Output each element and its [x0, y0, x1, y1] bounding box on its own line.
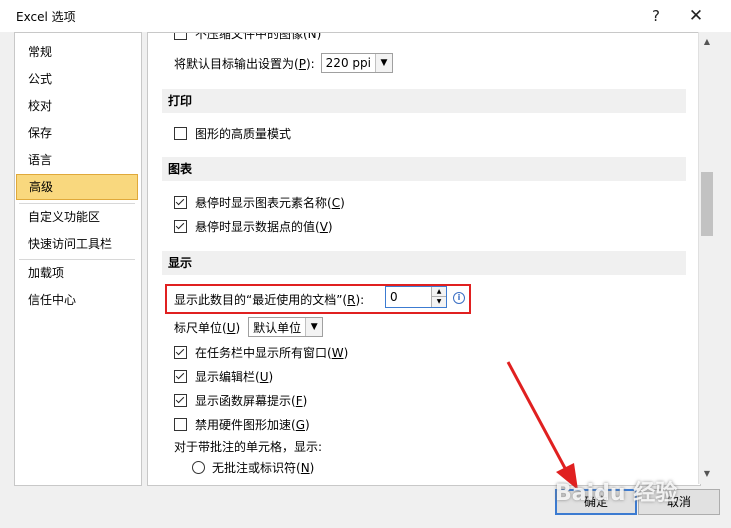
- checkbox[interactable]: [174, 33, 187, 40]
- option-label: 图形的高质量模式: [195, 126, 292, 141]
- recent-docs-label: 显示此数目的“最近使用的文档”(R):: [174, 292, 365, 307]
- sidebar-item-language[interactable]: 语言: [16, 147, 138, 173]
- option-label: 在任务栏中显示所有窗口(W): [195, 345, 349, 360]
- ruler-units-dropdown[interactable]: 默认单位 ▼: [248, 317, 324, 337]
- ruler-units-label: 标尺单位(U): [174, 320, 241, 335]
- close-button[interactable]: ✕: [678, 4, 714, 28]
- print-section-header: 打印: [162, 89, 686, 113]
- ruler-units-row: 标尺单位(U) 默认单位 ▼: [174, 317, 324, 337]
- ppi-dropdown[interactable]: 220 ppi ▼: [320, 53, 393, 73]
- recent-docs-spinner[interactable]: 0 ▲ ▼: [385, 286, 447, 308]
- comments-display-label: 对于带批注的单元格，显示:: [174, 439, 323, 454]
- disable-hw-acceleration-option[interactable]: 禁用硬件图形加速(G): [174, 414, 310, 434]
- scroll-up-icon[interactable]: ▲: [699, 34, 715, 50]
- scroll-thumb[interactable]: [701, 172, 713, 236]
- sidebar-item-save[interactable]: 保存: [16, 120, 138, 146]
- chevron-down-icon[interactable]: ▼: [374, 54, 392, 72]
- radio-button[interactable]: [192, 460, 205, 474]
- option-label: 显示函数屏幕提示(F): [195, 393, 308, 408]
- option-label: 显示编辑栏(U): [195, 369, 274, 384]
- scroll-down-icon[interactable]: ▼: [699, 466, 715, 482]
- sidebar-item-proofing[interactable]: 校对: [16, 93, 138, 119]
- recent-docs-count[interactable]: 0: [390, 290, 398, 304]
- info-icon[interactable]: i: [453, 292, 465, 304]
- sidebar-item-formulas[interactable]: 公式: [16, 66, 138, 92]
- ppi-value: 220 ppi: [325, 56, 371, 70]
- vertical-scrollbar[interactable]: ▲ ▼: [698, 32, 714, 484]
- compress-images-option[interactable]: 不压缩文件中的图像(N): [174, 32, 322, 43]
- spinner-buttons: ▲ ▼: [431, 287, 446, 307]
- show-all-windows-option[interactable]: 在任务栏中显示所有窗口(W): [174, 342, 348, 362]
- options-content: 不压缩文件中的图像(N) 将默认目标输出设置为(P): 220 ppi ▼ 打印…: [147, 32, 701, 486]
- option-label: 禁用硬件图形加速(G): [195, 417, 310, 432]
- show-function-screentips-option[interactable]: 显示函数屏幕提示(F): [174, 390, 307, 410]
- sidebar-item-add-ins[interactable]: 加载项: [16, 260, 138, 286]
- spin-down-icon[interactable]: ▼: [432, 297, 446, 307]
- ruler-units-value: 默认单位: [253, 320, 302, 335]
- sidebar-item-general[interactable]: 常规: [16, 39, 138, 65]
- window-title: Excel 选项: [16, 10, 76, 24]
- checkbox-checked[interactable]: [174, 195, 187, 209]
- checkbox[interactable]: [174, 126, 187, 140]
- show-formula-bar-option[interactable]: 显示编辑栏(U): [174, 366, 273, 386]
- high-quality-graphics-option[interactable]: 图形的高质量模式: [174, 123, 291, 143]
- sidebar-item-quick-access-toolbar[interactable]: 快速访问工具栏: [16, 231, 138, 257]
- option-label: 悬停时显示数据点的值(V): [195, 219, 333, 234]
- show-chart-element-names-option[interactable]: 悬停时显示图表元素名称(C): [174, 192, 345, 212]
- sidebar-item-trust-center[interactable]: 信任中心: [16, 287, 138, 313]
- checkbox[interactable]: [174, 417, 187, 431]
- checkbox-checked[interactable]: [174, 393, 187, 407]
- spin-up-icon[interactable]: ▲: [432, 287, 446, 297]
- title-bar: Excel 选项 ? ✕: [0, 0, 731, 32]
- default-target-row: 将默认目标输出设置为(P): 220 ppi ▼: [174, 53, 393, 73]
- baidu-watermark: Baidu 经验: [555, 481, 678, 506]
- help-button[interactable]: ?: [638, 4, 674, 28]
- options-sidebar: 常规 公式 校对 保存 语言 高级 自定义功能区 快速访问工具栏 加载项 信任中…: [14, 32, 142, 486]
- checkbox-checked[interactable]: [174, 219, 187, 233]
- checkbox-checked[interactable]: [174, 369, 187, 383]
- option-label: 悬停时显示图表元素名称(C): [195, 195, 345, 210]
- option-label: 不压缩文件中的图像(N): [195, 32, 322, 41]
- display-section-header: 显示: [162, 251, 686, 275]
- checkbox-checked[interactable]: [174, 345, 187, 359]
- show-data-point-values-option[interactable]: 悬停时显示数据点的值(V): [174, 216, 333, 236]
- sidebar-item-advanced[interactable]: 高级: [16, 174, 138, 200]
- sidebar-item-customize-ribbon[interactable]: 自定义功能区: [16, 204, 138, 230]
- chevron-down-icon[interactable]: ▼: [305, 318, 323, 336]
- chart-section-header: 图表: [162, 157, 686, 181]
- option-label: 无批注或标识符(N): [212, 460, 315, 475]
- no-comments-option[interactable]: 无批注或标识符(N): [192, 457, 314, 477]
- default-target-label: 将默认目标输出设置为(P):: [174, 56, 315, 71]
